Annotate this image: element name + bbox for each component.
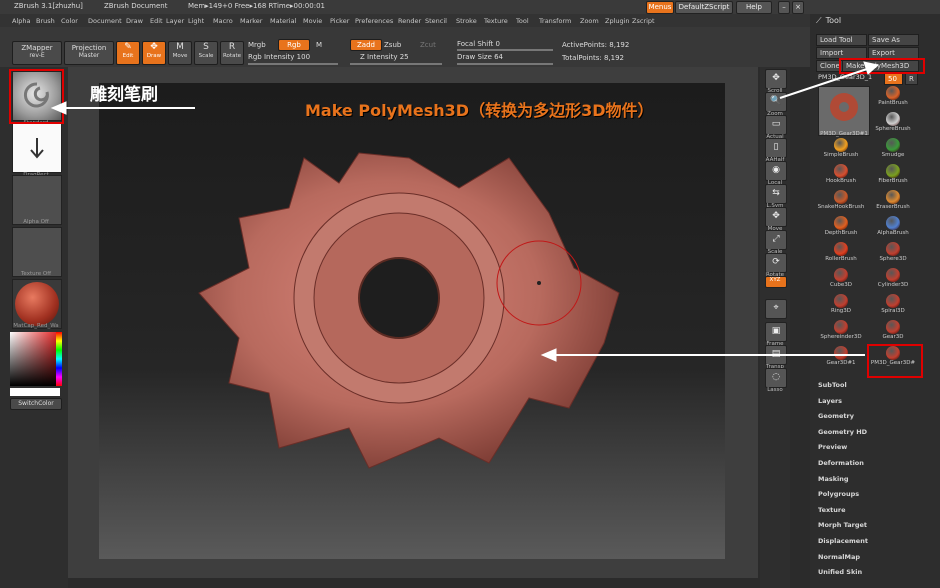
polymesh-arrow	[779, 67, 871, 99]
tool-arrow-head	[540, 348, 557, 362]
polymesh-arrow-head	[863, 61, 880, 75]
sculpt-brush-annotation: 雕刻笔刷	[90, 85, 158, 105]
brush-arrow-head	[50, 101, 67, 115]
make-polymesh-annotation: Make PolyMesh3D（转换为多边形3D物件）	[305, 101, 654, 120]
